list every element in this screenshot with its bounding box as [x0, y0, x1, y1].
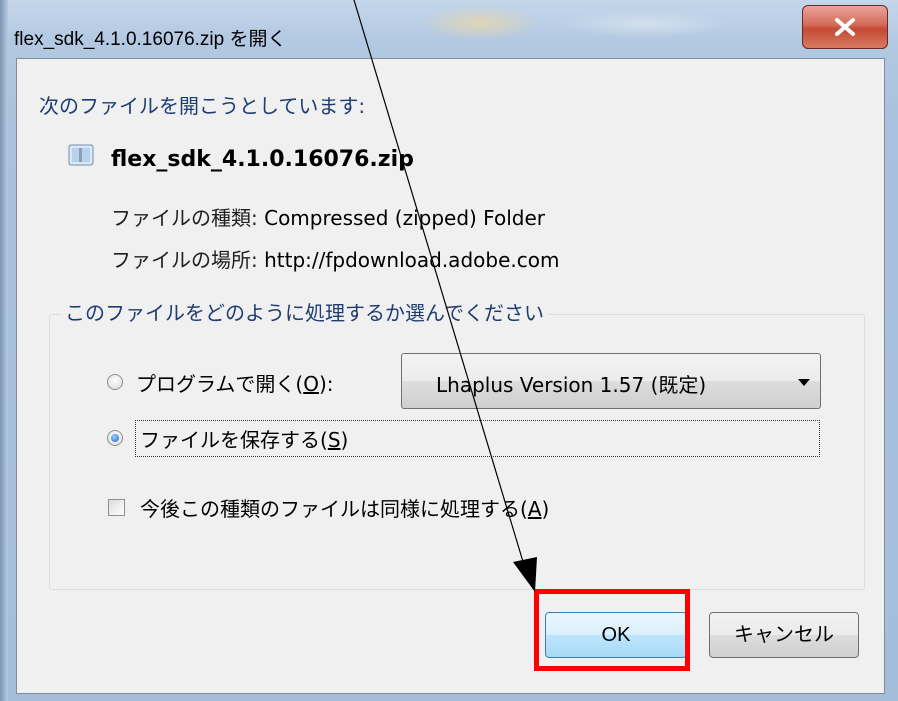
annotation-arrow — [353, 0, 537, 592]
